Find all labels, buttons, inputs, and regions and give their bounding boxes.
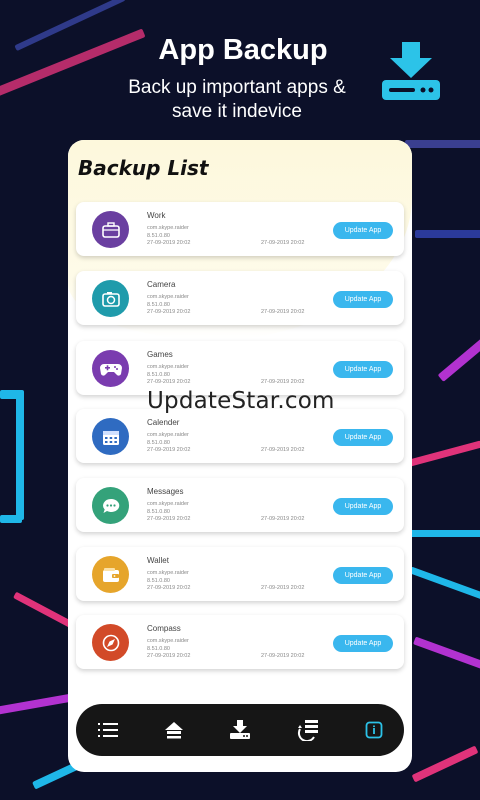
version: 8.51.0.80: [147, 578, 170, 584]
neon-line: [408, 440, 480, 467]
briefcase-icon: [101, 221, 120, 238]
neon-line: [405, 530, 480, 537]
neon-line: [411, 745, 479, 783]
update-app-button[interactable]: Update App: [333, 291, 393, 308]
update-date: 27-09-2019 20:02: [261, 309, 305, 315]
update-app-button[interactable]: Update App: [333, 361, 393, 378]
watermark: UpdateStar.com: [147, 388, 335, 414]
update-app-button[interactable]: Update App: [333, 429, 393, 446]
neon-line: [0, 515, 22, 523]
install-date: 27-09-2019 20:02: [147, 240, 191, 246]
list-item[interactable]: Games com.skype.raider 8.51.0.80 27-09-2…: [76, 341, 404, 395]
neon-line: [415, 230, 480, 238]
gamepad-icon: [99, 363, 122, 376]
update-app-button[interactable]: Update App: [333, 635, 393, 652]
version: 8.51.0.80: [147, 302, 170, 308]
app-name: Compass: [147, 624, 181, 633]
update-app-button[interactable]: Update App: [333, 498, 393, 515]
list-item[interactable]: Messages com.skype.raider 8.51.0.80 27-0…: [76, 478, 404, 532]
app-icon: [92, 418, 129, 455]
info-icon: [365, 721, 383, 739]
bottom-nav: [76, 704, 404, 756]
update-date: 27-09-2019 20:02: [261, 585, 305, 591]
nav-download[interactable]: [226, 716, 254, 744]
app-icon: [92, 280, 129, 317]
update-app-button[interactable]: Update App: [333, 222, 393, 239]
install-date: 27-09-2019 20:02: [147, 309, 191, 315]
app-name: Camera: [147, 280, 176, 289]
version: 8.51.0.80: [147, 440, 170, 446]
update-date: 27-09-2019 20:02: [261, 653, 305, 659]
neon-line: [405, 140, 480, 148]
version: 8.51.0.80: [147, 509, 170, 515]
nav-menu[interactable]: [94, 716, 122, 744]
wallet-icon: [102, 567, 119, 582]
version: 8.51.0.80: [147, 372, 170, 378]
app-icon: [92, 211, 129, 248]
list-title: Backup List: [78, 156, 209, 180]
neon-line: [16, 390, 24, 520]
package-name: com.skype.raider: [147, 364, 189, 370]
phone-screen: Backup List Work com.skype.raider 8.51.0…: [68, 140, 412, 772]
update-app-button[interactable]: Update App: [333, 567, 393, 584]
package-name: com.skype.raider: [147, 432, 189, 438]
menu-icon: [98, 723, 118, 737]
update-date: 27-09-2019 20:02: [261, 447, 305, 453]
app-name: Work: [147, 211, 166, 220]
neon-line: [413, 636, 480, 672]
neon-line: [437, 317, 480, 382]
install-date: 27-09-2019 20:02: [147, 585, 191, 591]
nav-home[interactable]: [160, 716, 188, 744]
app-name: Wallet: [147, 556, 169, 565]
install-date: 27-09-2019 20:02: [147, 516, 191, 522]
home-icon: [165, 722, 183, 739]
package-name: com.skype.raider: [147, 294, 189, 300]
app-name: Calender: [147, 418, 180, 427]
neon-line: [409, 566, 480, 601]
calendar-icon: [102, 430, 119, 445]
package-name: com.skype.raider: [147, 638, 189, 644]
list-item[interactable]: Camera com.skype.raider 8.51.0.80 27-09-…: [76, 271, 404, 325]
version: 8.51.0.80: [147, 646, 170, 652]
app-icon: [92, 350, 129, 387]
camera-icon: [101, 291, 120, 307]
app-icon: [92, 624, 129, 661]
restore-icon: [297, 720, 318, 741]
version: 8.51.0.80: [147, 233, 170, 239]
package-name: com.skype.raider: [147, 570, 189, 576]
app-icon: [92, 487, 129, 524]
download-drive-icon: [382, 42, 440, 100]
update-date: 27-09-2019 20:02: [261, 379, 305, 385]
package-name: com.skype.raider: [147, 225, 189, 231]
update-date: 27-09-2019 20:02: [261, 516, 305, 522]
app-icon: [92, 556, 129, 593]
install-date: 27-09-2019 20:02: [147, 653, 191, 659]
download-icon: [230, 720, 250, 739]
install-date: 27-09-2019 20:02: [147, 447, 191, 453]
app-name: Messages: [147, 487, 184, 496]
app-name: Games: [147, 350, 173, 359]
update-date: 27-09-2019 20:02: [261, 240, 305, 246]
install-date: 27-09-2019 20:02: [147, 379, 191, 385]
list-item[interactable]: Wallet com.skype.raider 8.51.0.80 27-09-…: [76, 547, 404, 601]
list-item[interactable]: Compass com.skype.raider 8.51.0.80 27-09…: [76, 615, 404, 669]
subtitle-line-2: save it indevice: [172, 101, 302, 122]
chat-icon: [102, 498, 119, 513]
nav-restore[interactable]: [294, 716, 322, 744]
nav-info[interactable]: [360, 716, 388, 744]
package-name: com.skype.raider: [147, 501, 189, 507]
list-item[interactable]: Calender com.skype.raider 8.51.0.80 27-0…: [76, 409, 404, 463]
compass-icon: [102, 634, 119, 651]
list-item[interactable]: Work com.skype.raider 8.51.0.80 27-09-20…: [76, 202, 404, 256]
